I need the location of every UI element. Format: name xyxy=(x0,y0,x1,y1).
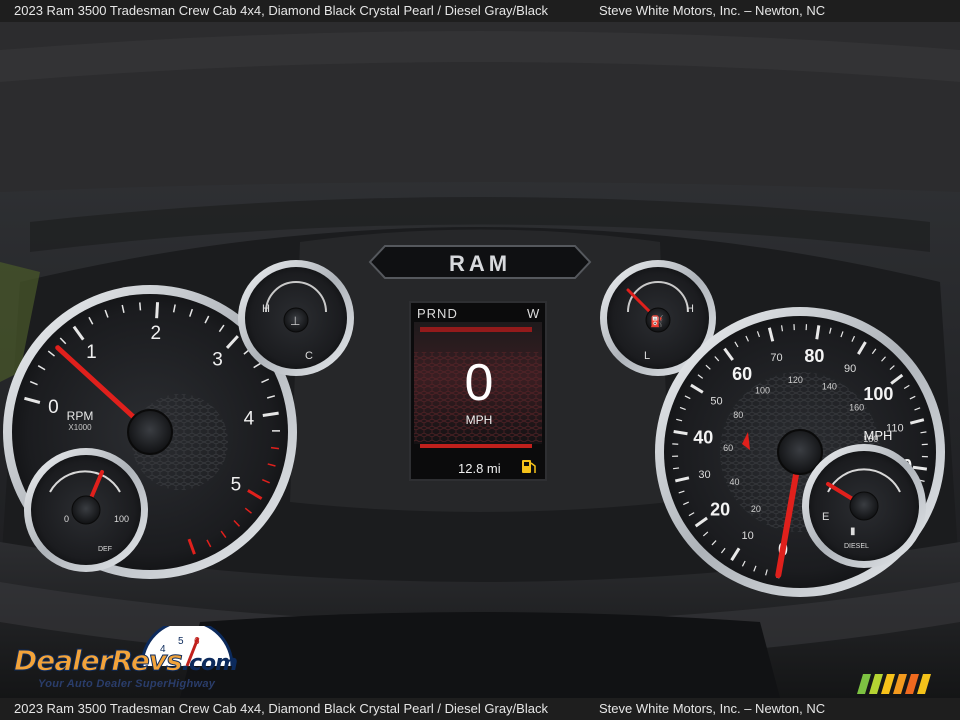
rpm-unit-label: RPM xyxy=(67,409,94,423)
speedometer-major-label: 100 xyxy=(863,384,893,404)
speedometer-kmh-label: 140 xyxy=(822,381,837,391)
dealer-caption: Steve White Motors, Inc. – Newton, NC xyxy=(599,3,826,18)
speedometer-kmh-label: 40 xyxy=(729,477,739,487)
speedometer-tick xyxy=(815,325,821,340)
speedometer-minor-label: 70 xyxy=(770,352,782,364)
speedometer-kmh-label: 60 xyxy=(723,443,733,453)
range-readout: 12.8 mi xyxy=(458,461,501,476)
speedometer-kmh-label: 160 xyxy=(849,403,864,413)
speedometer-major-label: 40 xyxy=(693,427,713,447)
oil-low-label: L xyxy=(644,350,650,362)
speedometer-tick xyxy=(912,465,928,471)
def-min-label: 0 xyxy=(64,514,69,524)
tachometer-label: 1 xyxy=(86,342,97,363)
ram-badge: RAM xyxy=(368,245,592,279)
coolant-icon: ⊥ xyxy=(290,314,300,328)
tachometer-label: 2 xyxy=(151,323,162,344)
gear-selector: PRND xyxy=(417,306,458,321)
fuel-pump-icon: ▮ xyxy=(850,526,856,537)
speedometer-minor-label: 10 xyxy=(741,530,753,542)
speedometer-major-label: 80 xyxy=(804,346,824,366)
speedometer-kmh-label: 20 xyxy=(751,504,761,514)
fuel-label: DIESEL xyxy=(844,543,869,550)
speedometer-tick xyxy=(673,467,680,470)
vehicle-caption-bottom: 2023 Ram 3500 Tradesman Crew Cab 4x4, Di… xyxy=(14,701,548,716)
speedometer-minor-label: 90 xyxy=(844,363,856,375)
speedometer-major-label: 20 xyxy=(710,500,730,520)
speedometer-kmh-label: 100 xyxy=(755,386,770,396)
oil-high-label: H xyxy=(686,303,694,315)
mph-unit-label: MPH xyxy=(864,428,893,443)
tachometer-tick xyxy=(139,302,142,311)
speedometer-major-label: 60 xyxy=(732,364,752,384)
ram-badge-text: RAM xyxy=(449,251,511,276)
speedometer-minor-label: 50 xyxy=(710,396,722,408)
oil-can-icon: ⛽ xyxy=(650,315,664,328)
cluster-photo: RAM 012345 RPM X1000 0 100 DEF H C ⊥ H L… xyxy=(0,22,960,698)
fuel-gauge: E ▮ DIESEL xyxy=(802,444,926,568)
temp-gauge: H C ⊥ xyxy=(238,260,354,376)
logo-tld: .com xyxy=(181,651,238,676)
bottom-caption-bar: 2023 Ram 3500 Tradesman Crew Cab 4x4, Di… xyxy=(0,698,960,720)
cluster-svg: RAM 012345 RPM X1000 0 100 DEF H C ⊥ H L… xyxy=(0,22,960,698)
display-right-indicator: W xyxy=(527,306,540,321)
digital-speed-unit: MPH xyxy=(466,413,493,427)
dealer-caption-bottom: Steve White Motors, Inc. – Newton, NC xyxy=(599,701,826,716)
speedometer-kmh-label: 120 xyxy=(788,375,803,385)
stripes-logo xyxy=(857,674,931,694)
temp-hot-label: H xyxy=(262,303,270,315)
fuel-empty-label: E xyxy=(822,511,829,523)
speedometer-tick xyxy=(780,325,784,332)
tachometer-tick xyxy=(270,446,280,450)
logo-wordmark: DealerRevs.com xyxy=(14,644,239,678)
def-gauge: 0 100 DEF xyxy=(24,448,148,572)
top-caption-bar: 2023 Ram 3500 Tradesman Crew Cab 4x4, Di… xyxy=(0,0,960,22)
center-display: PRND W 0 MPH 12.8 mi xyxy=(409,301,547,481)
logo-revs: Revs xyxy=(111,644,183,678)
speedometer-minor-label: 30 xyxy=(698,469,710,481)
tachometer-label: 5 xyxy=(231,474,242,495)
tachometer-label: 3 xyxy=(212,349,223,370)
logo-tagline: Your Auto Dealer SuperHighway xyxy=(38,678,216,690)
logo-dealer: Dealer xyxy=(14,644,114,678)
digital-speed: 0 xyxy=(465,354,494,412)
def-label: DEF xyxy=(98,546,112,553)
dealerrevs-logo: 4 5 6 DealerRevs.com Your Auto Dealer Su… xyxy=(12,626,272,694)
rpm-multiplier-label: X1000 xyxy=(68,423,92,432)
tachometer-label: 0 xyxy=(48,397,59,418)
vehicle-caption: 2023 Ram 3500 Tradesman Crew Cab 4x4, Di… xyxy=(14,3,548,18)
def-max-label: 100 xyxy=(114,514,129,524)
tachometer-tick xyxy=(155,302,160,319)
speedometer-kmh-label: 80 xyxy=(733,410,743,420)
tachometer-label: 4 xyxy=(244,409,255,430)
temp-cold-label: C xyxy=(305,350,313,362)
